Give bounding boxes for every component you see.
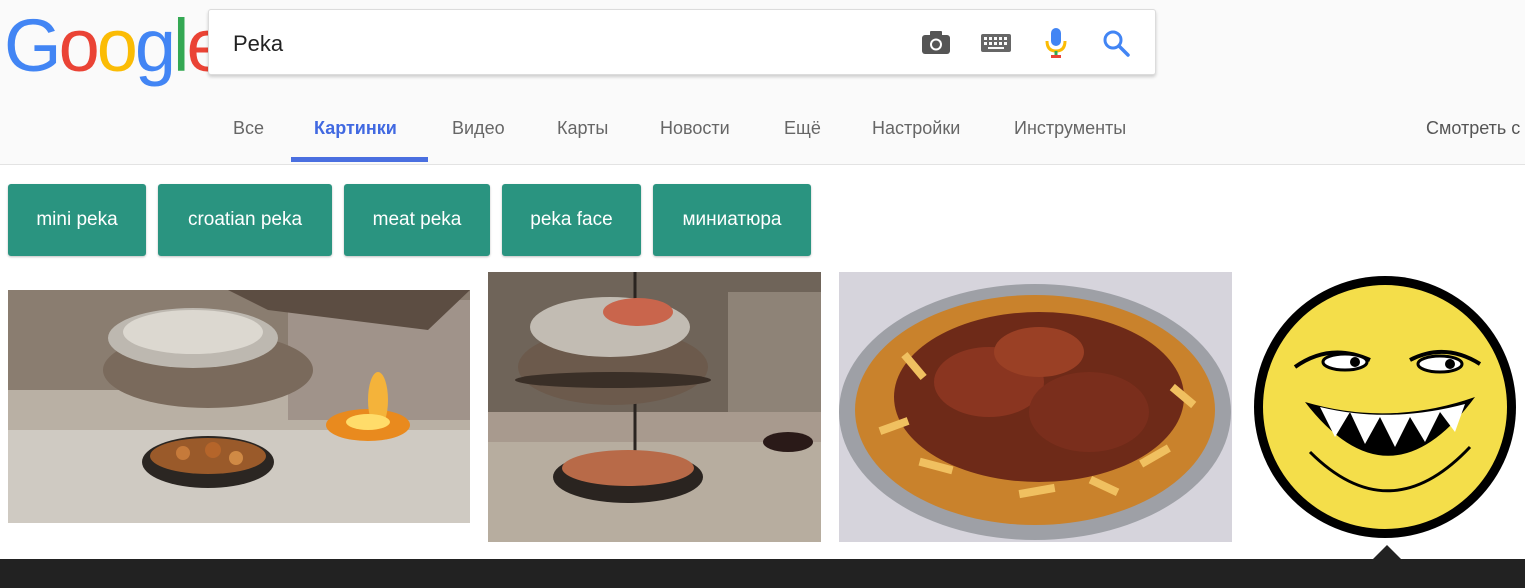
tab-news[interactable]: Новости: [660, 118, 730, 139]
logo-letter: l: [173, 4, 190, 87]
logo-letter: g: [134, 4, 176, 87]
tab-images[interactable]: Картинки: [314, 118, 397, 139]
tab-all[interactable]: Все: [233, 118, 264, 139]
logo-letter: o: [58, 4, 100, 87]
image-result[interactable]: [839, 272, 1232, 542]
safe-search-link[interactable]: Смотреть с: [1426, 118, 1520, 139]
search-box: [208, 9, 1156, 75]
keyboard-icon[interactable]: [979, 26, 1013, 60]
tab-settings[interactable]: Настройки: [872, 118, 960, 139]
chip-peka-face[interactable]: peka face: [502, 184, 641, 256]
tab-maps[interactable]: Карты: [557, 118, 608, 139]
google-logo[interactable]: Google: [4, 4, 228, 87]
camera-icon[interactable]: [919, 26, 953, 60]
search-icon[interactable]: [1099, 26, 1133, 60]
preview-pointer: [1373, 545, 1401, 559]
tab-tools[interactable]: Инструменты: [1014, 118, 1126, 139]
chip-croatian-peka[interactable]: croatian peka: [158, 184, 332, 256]
image-result[interactable]: [488, 272, 821, 542]
mic-icon[interactable]: [1039, 26, 1073, 60]
image-result[interactable]: [8, 290, 470, 523]
logo-letter: o: [96, 4, 138, 87]
chip-mini-peka[interactable]: mini peka: [8, 184, 146, 256]
image-preview-panel: [0, 559, 1525, 588]
tab-bar: Все Картинки Видео Карты Новости Ещё Нас…: [0, 100, 1525, 164]
tab-more[interactable]: Ещё: [784, 118, 821, 139]
tab-video[interactable]: Видео: [452, 118, 505, 139]
search-input[interactable]: [231, 28, 885, 60]
header: Google Peka Все Картинки Видео Карты Нов…: [0, 0, 1525, 165]
logo-letter: G: [4, 4, 62, 87]
active-tab-underline: [291, 157, 428, 162]
image-result[interactable]: [1250, 272, 1525, 542]
chip-meat-peka[interactable]: meat peka: [344, 184, 490, 256]
chip-thumbnail[interactable]: миниатюра: [653, 184, 811, 256]
